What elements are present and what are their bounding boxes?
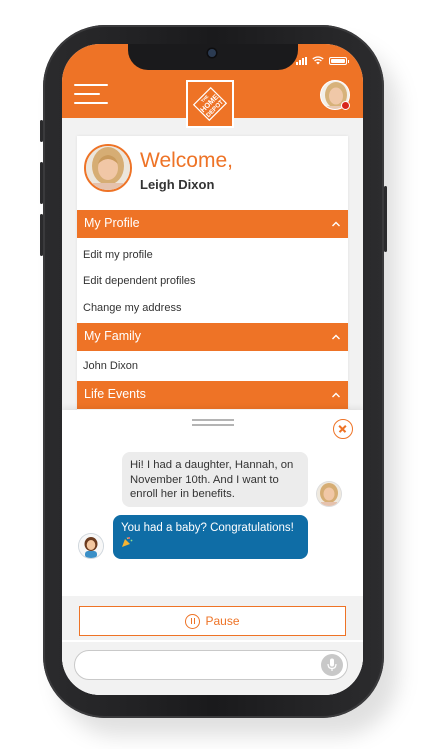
bot-message-text: You had a baby? Congratulations! [121, 522, 294, 534]
user-name: Leigh Dixon [140, 177, 215, 192]
status-bar [296, 56, 349, 65]
screenshot-stage: THE HOME DEPOT Welcome, Leigh Dixon My P… [0, 0, 428, 749]
menu-link-edit-dependent-profiles[interactable]: Edit dependent profiles [83, 275, 196, 287]
volume-down-button [40, 214, 43, 256]
section-header-my-family[interactable]: My Family [77, 323, 348, 351]
section-header-my-profile[interactable]: My Profile [77, 210, 348, 238]
menu-link-family-member[interactable]: John Dixon [83, 360, 138, 372]
section-title: My Family [84, 329, 141, 343]
section-title: My Profile [84, 216, 140, 230]
welcome-avatar [84, 144, 132, 192]
chevron-up-icon [332, 221, 340, 227]
user-chat-avatar [317, 482, 341, 506]
message-input[interactable] [74, 650, 348, 680]
hamburger-menu-icon[interactable] [74, 84, 108, 104]
camera-icon [208, 49, 216, 57]
bot-message-bubble: You had a baby? Congratulations! [113, 515, 308, 559]
bot-avatar [79, 534, 103, 558]
menu-link-edit-my-profile[interactable]: Edit my profile [83, 249, 153, 261]
home-depot-logo: THE HOME DEPOT [186, 80, 234, 128]
microphone-icon[interactable] [321, 654, 343, 676]
notch [128, 44, 298, 70]
wifi-icon [312, 56, 324, 65]
welcome-title: Welcome, [140, 149, 233, 172]
chevron-up-icon [332, 334, 340, 340]
pause-button[interactable]: Pause [79, 606, 346, 636]
close-icon[interactable] [333, 419, 353, 439]
chevron-up-icon [332, 392, 340, 398]
mute-switch [40, 120, 43, 142]
pause-icon [185, 613, 201, 629]
battery-icon [329, 56, 349, 65]
chat-sheet: Hi! I had a daughter, Hannah, on Novembe… [62, 410, 363, 695]
drag-handle[interactable] [192, 419, 234, 426]
phone-screen: THE HOME DEPOT Welcome, Leigh Dixon My P… [62, 44, 363, 695]
message-input-bar [62, 642, 363, 695]
profile-card: Welcome, Leigh Dixon My Profile Edit my … [77, 136, 348, 436]
power-button [384, 186, 387, 252]
section-title: Life Events [84, 387, 146, 401]
pause-bar: Pause [62, 596, 363, 640]
user-message-bubble: Hi! I had a daughter, Hannah, on Novembe… [122, 452, 308, 507]
signal-icon [296, 56, 307, 65]
party-popper-icon [122, 536, 133, 547]
pause-label: Pause [205, 614, 240, 628]
volume-up-button [40, 162, 43, 204]
notification-dot [341, 101, 350, 110]
menu-link-change-address[interactable]: Change my address [83, 302, 181, 314]
section-header-life-events[interactable]: Life Events [77, 381, 348, 409]
